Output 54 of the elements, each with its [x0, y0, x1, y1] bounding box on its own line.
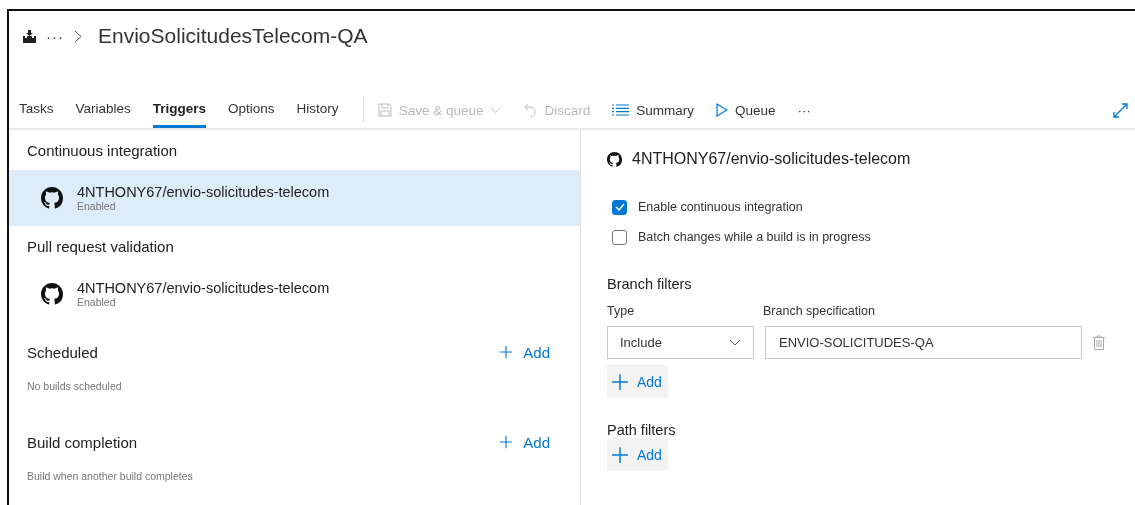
- expand-icon[interactable]: [1113, 102, 1128, 118]
- plus-icon: [499, 345, 514, 359]
- section-note: No builds scheduled: [26, 379, 123, 394]
- section-heading: Build completion: [27, 433, 138, 451]
- chevron-right-icon: [74, 29, 82, 43]
- tab[interactable]: Variables: [75, 92, 131, 128]
- repository-name: 4NTHONY67/envio-solicitudes-telecom: [77, 184, 330, 200]
- github-icon: [41, 187, 63, 209]
- play-icon: [716, 103, 728, 117]
- tab[interactable]: Triggers: [152, 92, 207, 128]
- summary-button[interactable]: Summary: [612, 102, 694, 118]
- type-label: Type: [607, 304, 636, 318]
- section-heading: Continuous integration: [27, 141, 178, 159]
- plus-icon: [611, 372, 629, 391]
- tab[interactable]: Tasks: [19, 92, 54, 128]
- trash-icon[interactable]: [1093, 335, 1105, 350]
- checkbox-label: Enable continuous integration: [638, 200, 803, 214]
- plus-icon: [499, 435, 514, 449]
- github-icon: [41, 283, 63, 305]
- tab[interactable]: History: [296, 92, 339, 128]
- chevron-down-icon: [729, 338, 741, 347]
- status-text: Enabled: [77, 296, 117, 308]
- add-button[interactable]: Add: [607, 365, 668, 398]
- section-note: Build when another build completes: [26, 469, 194, 484]
- section-heading: Pull request validation: [27, 237, 174, 255]
- queue-button[interactable]: Queue: [716, 102, 776, 118]
- repository-item[interactable]: 4NTHONY67/envio-solicitudes-telecom Enabled: [9, 170, 580, 226]
- type-dropdown[interactable]: Include: [607, 326, 754, 359]
- build-pipeline-icon: [23, 29, 36, 43]
- checkbox[interactable]: [612, 199, 627, 215]
- checkbox-label: Batch changes while a build is in progress: [638, 230, 871, 244]
- checkbox[interactable]: [612, 229, 627, 245]
- branch-filters-heading: Branch filters: [607, 276, 693, 292]
- repository-title: 4NTHONY67/envio-solicitudes-telecom: [632, 150, 911, 168]
- plus-icon: [611, 445, 629, 464]
- breadcrumb-ellipsis[interactable]: ···: [46, 27, 64, 45]
- branch-spec-label: Branch specification: [763, 304, 875, 318]
- repository-name: 4NTHONY67/envio-solicitudes-telecom: [77, 280, 330, 296]
- section-heading: Scheduled: [27, 343, 98, 361]
- pipeline-title: EnvioSolicitudesTelecom-QA: [98, 24, 368, 48]
- add-button[interactable]: Add: [607, 438, 668, 471]
- status-text: Enabled: [77, 200, 117, 212]
- branch-spec-field[interactable]: ENVIO-SOLICITUDES-QA: [765, 326, 1082, 359]
- repository-item[interactable]: 4NTHONY67/envio-solicitudes-telecom Enabled: [9, 266, 580, 322]
- save-icon: [377, 103, 392, 117]
- path-filters-heading: Path filters: [607, 422, 677, 438]
- list-icon: [612, 104, 630, 116]
- undo-icon: [523, 102, 538, 118]
- add-link[interactable]: Add: [499, 433, 550, 451]
- github-icon: [607, 151, 622, 167]
- more-button[interactable]: ···: [797, 102, 812, 118]
- tab[interactable]: Options: [228, 92, 275, 128]
- chevron-down-icon: [490, 106, 502, 114]
- add-link[interactable]: Add: [499, 343, 550, 361]
